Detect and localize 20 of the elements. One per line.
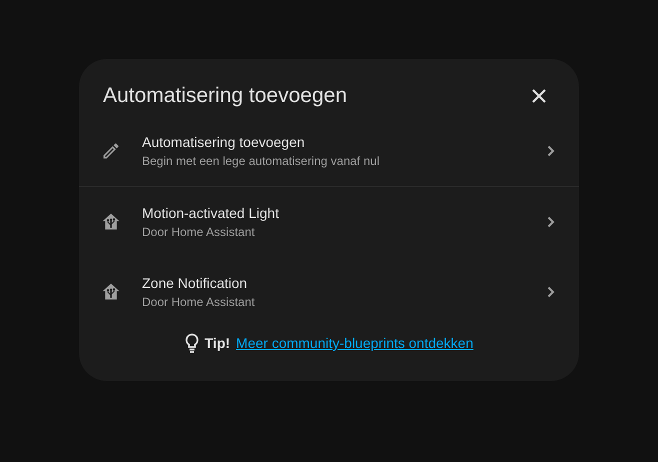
chevron-right-icon <box>547 145 555 157</box>
list-item[interactable]: Motion-activated Light Door Home Assistant <box>79 187 579 257</box>
close-icon[interactable] <box>531 88 547 104</box>
pencil-icon <box>101 141 121 161</box>
lightbulb-icon <box>184 333 199 353</box>
chevron-right-icon <box>547 216 555 228</box>
chevron-right-icon <box>547 286 555 298</box>
item-title: Motion-activated Light <box>142 205 280 221</box>
list-item[interactable]: Automatisering toevoegen Begin met een lege automatisering vanaf nul <box>79 116 579 186</box>
item-title: Zone Notification <box>142 275 248 291</box>
blueprints-link[interactable]: Meer community-blueprints ontdekken <box>236 335 474 351</box>
item-subtitle: Begin met een lege automatisering vanaf nul <box>142 154 380 168</box>
item-subtitle: Door Home Assistant <box>142 225 256 239</box>
tip-label: Tip! <box>204 335 230 351</box>
house-icon <box>101 212 121 232</box>
item-title: Automatisering toevoegen <box>142 134 306 150</box>
house-icon <box>101 282 121 302</box>
item-subtitle: Door Home Assistant <box>142 295 256 309</box>
dialog-title: Automatisering toevoegen <box>103 84 347 108</box>
list-item[interactable]: Zone Notification Door Home Assistant <box>79 257 579 327</box>
